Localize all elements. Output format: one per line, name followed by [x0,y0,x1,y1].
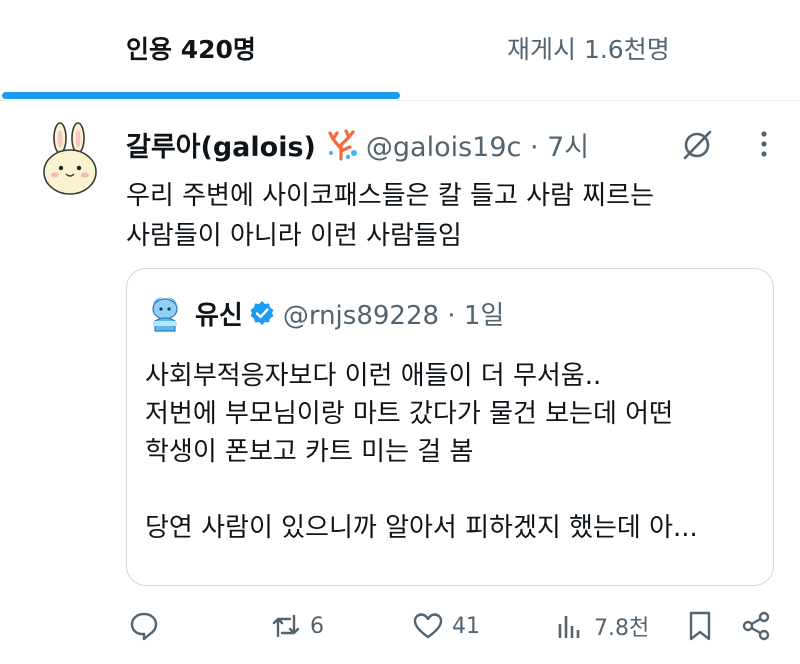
coral-emoji-icon [328,129,357,161]
bookmark-icon [689,611,711,641]
like-icon [413,613,443,639]
views-count: 7.8천 [594,616,650,641]
quoted-text-line: 당연 사람이 있으니까 알아서 피하겠지 했는데 아... [145,513,698,543]
author-handle-time: @galois19c · 7시 [365,131,590,163]
action-bar: 6 41 7.8천 [0,600,800,656]
quoted-text-line: 사회부적응자보다 이런 애들이 더 무서움.. [145,361,602,391]
quoted-author-name: 유신 [195,300,243,331]
repost-button[interactable]: 6 [270,610,324,642]
tab-reposts[interactable]: 재게시 1.6천명 [507,30,670,66]
reply-icon [130,612,158,641]
quoted-post-text: 사회부적응자보다 이런 애들이 더 무서움.. 저번에 부모님이랑 마트 갔다가… [145,357,755,547]
repost-icon [272,614,300,638]
active-tab-indicator [2,92,400,99]
tab-divider [0,100,800,101]
more-icon[interactable] [750,130,778,158]
views-icon [558,616,580,638]
post-text: 우리 주변에 사이코패스들은 칼 들고 사람 찌르는 사람들이 아니라 이런 사… [126,176,766,256]
avatar[interactable] [36,122,106,196]
quoted-handle-time: @rnjs89228 · 1일 [282,300,505,331]
bookmark-button[interactable] [684,610,716,642]
post-header: 갈루아(galois) @galois19c · 7시 [126,124,589,164]
tab-bar: 인용 420명 재게시 1.6천명 [0,0,800,101]
post-text-line: 사람들이 아니라 이런 사람들임 [126,221,462,251]
author-name[interactable]: 갈루아(galois) [126,125,316,164]
verified-badge-icon [250,301,274,325]
share-button[interactable] [740,610,772,642]
quoted-avatar [152,297,178,332]
quoted-text-line: 학생이 폰보고 카트 미는 걸 봄 [145,437,474,467]
quoted-post-header: 유신 @rnjs89228 · 1일 [195,295,504,331]
share-icon [742,611,770,641]
reply-button[interactable] [128,610,168,642]
tab-quotes[interactable]: 인용 420명 [126,30,256,66]
quoted-post-card[interactable]: 유신 @rnjs89228 · 1일 사회부적응자보다 이런 애들이 더 무서움… [126,268,774,586]
views-button[interactable]: 7.8천 [554,610,649,642]
grok-icon[interactable] [680,128,714,162]
quoted-text-line: 저번에 부모님이랑 마트 갔다가 물건 보는데 어떤 [145,399,673,429]
like-button[interactable]: 41 [412,610,480,642]
post-text-line: 우리 주변에 사이코패스들은 칼 들고 사람 찌르는 [126,181,654,211]
repost-count: 6 [310,613,324,639]
like-count: 41 [452,613,480,639]
